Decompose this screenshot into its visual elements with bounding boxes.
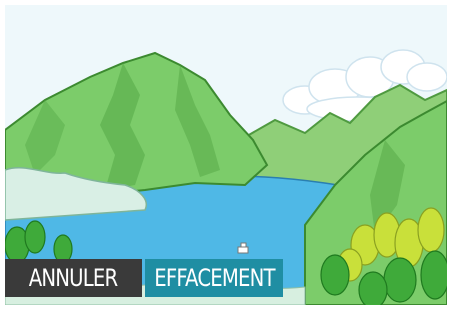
erase-button-label: EFFACEMENT xyxy=(153,264,275,292)
erase-menu-bar: ANNULER EFFACEMENT xyxy=(5,259,283,297)
cancel-button-label: ANNULER xyxy=(29,264,118,292)
cancel-button[interactable]: ANNULER xyxy=(5,259,142,297)
erase-button[interactable]: EFFACEMENT xyxy=(145,259,283,297)
camera-lcd-screen: ANNULER EFFACEMENT xyxy=(5,5,447,305)
